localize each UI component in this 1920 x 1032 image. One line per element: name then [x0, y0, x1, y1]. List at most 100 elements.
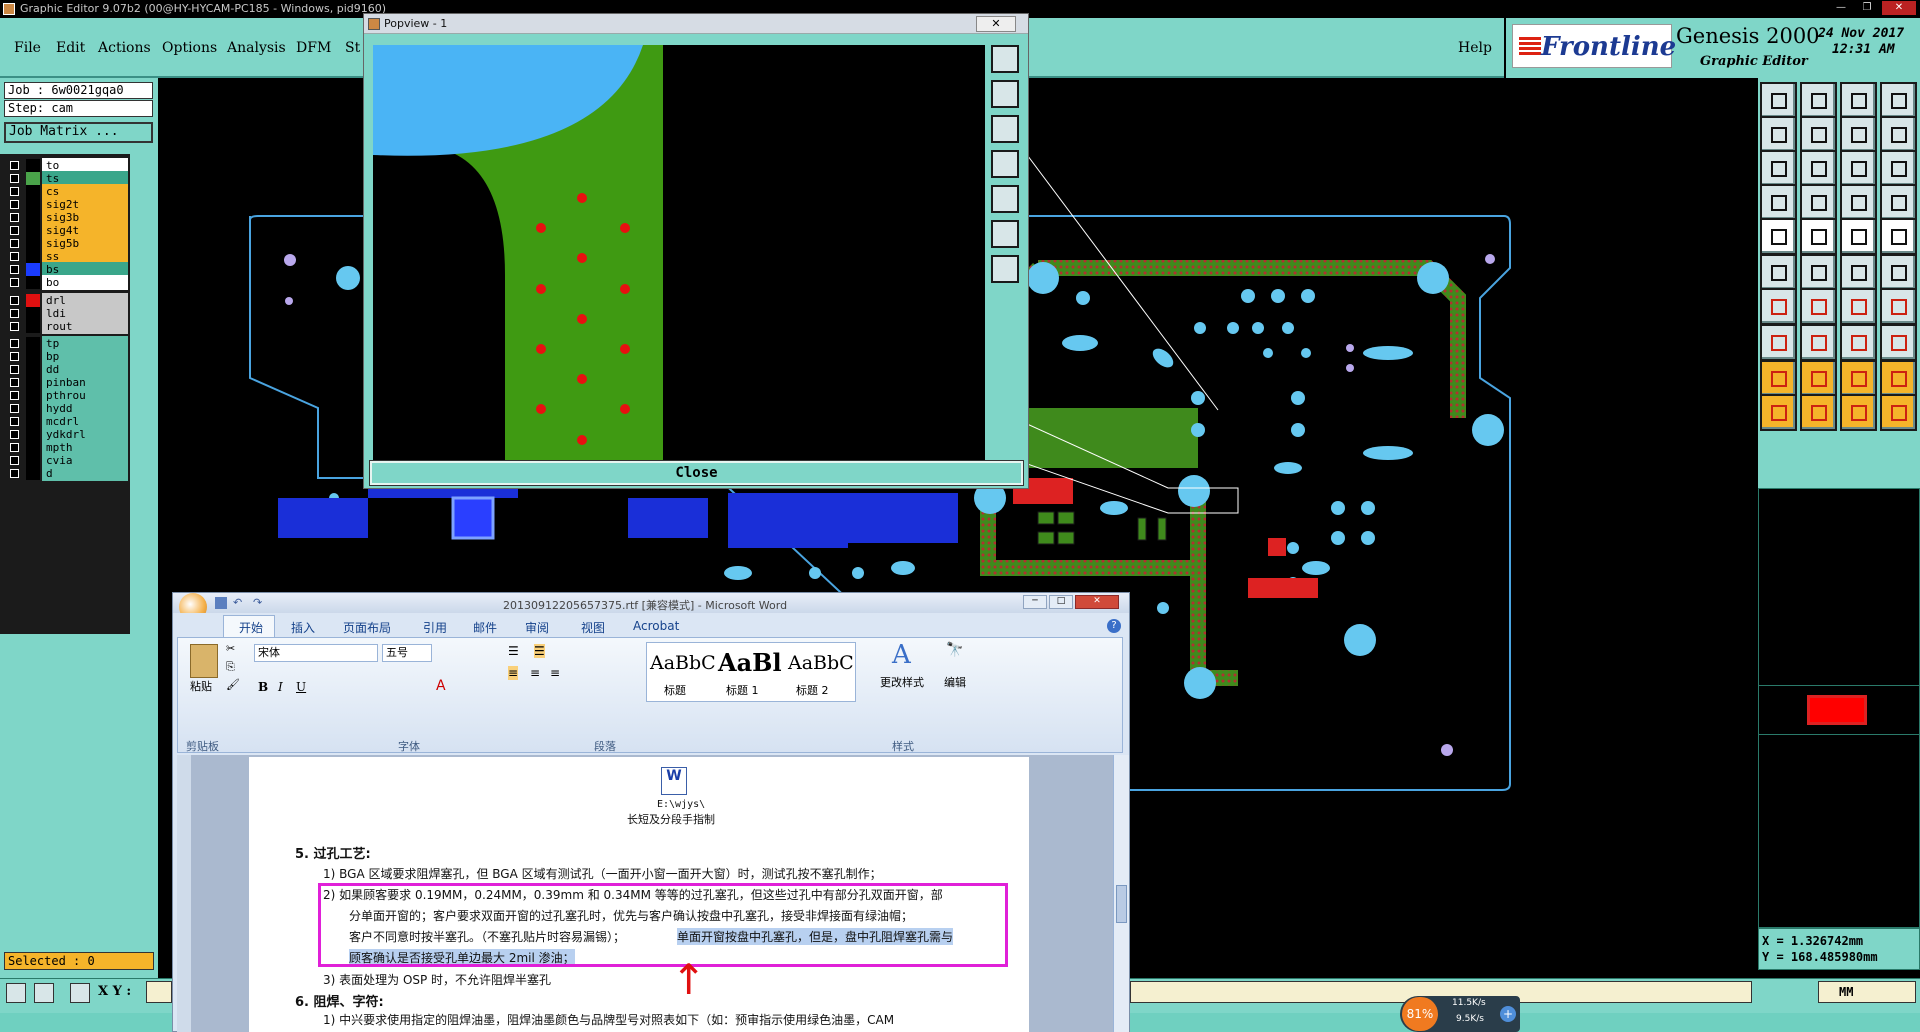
layer-checkbox[interactable]	[10, 265, 19, 274]
help-icon[interactable]: ?	[1107, 619, 1121, 633]
snap-tool-icon[interactable]	[34, 983, 54, 1003]
pv-up-icon[interactable]	[991, 80, 1019, 108]
move-icon[interactable]	[1760, 324, 1797, 361]
menu-options[interactable]: Options	[162, 40, 217, 56]
layer-name[interactable]: rout	[42, 319, 128, 334]
line-icon[interactable]	[1760, 288, 1797, 325]
minus-icon[interactable]	[1800, 324, 1837, 361]
window-icon[interactable]	[1880, 82, 1917, 119]
style-name-h2[interactable]: 标题 2	[796, 682, 829, 698]
split-icon[interactable]	[1880, 254, 1917, 291]
style-preview-title[interactable]: AaBbC	[650, 652, 716, 674]
redo-icon[interactable]: ↷	[253, 596, 262, 609]
add-icon[interactable]: +	[1500, 1006, 1516, 1022]
pv-zoom-in-icon[interactable]	[991, 255, 1019, 283]
edit-icon[interactable]: 🔭	[946, 642, 963, 658]
popview-close-icon[interactable]: ✕	[976, 16, 1016, 32]
pv-down-icon[interactable]	[991, 115, 1019, 143]
layer-checkbox[interactable]	[10, 187, 19, 196]
align-left-icon[interactable]: ≡	[508, 666, 519, 680]
numbering-icon[interactable]: ☰	[534, 644, 545, 658]
format-painter-icon[interactable]: 🖌	[226, 678, 240, 691]
font-size-select[interactable]: 五号	[382, 644, 432, 662]
tab-insert[interactable]: 插入	[291, 619, 315, 636]
move-down-icon[interactable]	[1800, 82, 1837, 119]
menu-actions[interactable]: Actions	[98, 40, 151, 56]
arc-icon[interactable]	[1840, 288, 1877, 325]
tab-review[interactable]: 审阅	[525, 619, 549, 636]
scale-icon[interactable]	[1840, 150, 1877, 187]
tri2-icon[interactable]	[1800, 360, 1837, 397]
flip-icon[interactable]	[1880, 116, 1917, 153]
style-name-title[interactable]: 标题	[664, 682, 686, 698]
layer-checkbox[interactable]	[10, 339, 19, 348]
style-name-h1[interactable]: 标题 1	[726, 682, 759, 698]
pv-right-icon[interactable]	[991, 185, 1019, 213]
layer-checkbox[interactable]	[10, 443, 19, 452]
layer-checkbox[interactable]	[10, 417, 19, 426]
save-icon[interactable]	[215, 597, 227, 609]
menu-help[interactable]: Help	[1458, 40, 1492, 56]
net-icon[interactable]	[1760, 254, 1797, 291]
vertical-scrollbar[interactable]	[1113, 755, 1129, 1032]
tab-references[interactable]: 引用	[423, 619, 447, 636]
grid-icon[interactable]	[1800, 184, 1837, 221]
cut-icon[interactable]: ✂	[226, 642, 235, 655]
layer-checkbox[interactable]	[10, 404, 19, 413]
layer-row-bo[interactable]: bo	[6, 275, 128, 290]
measure-icon[interactable]	[1840, 184, 1877, 221]
layer-list-scroll[interactable]	[130, 154, 154, 634]
move-up-icon[interactable]	[1760, 82, 1797, 119]
layer-checkbox[interactable]	[10, 278, 19, 287]
grid-tool-icon[interactable]	[70, 983, 90, 1003]
slash-icon[interactable]	[1800, 288, 1837, 325]
pv-left-icon[interactable]	[991, 150, 1019, 178]
align-center-icon[interactable]: ≡	[530, 666, 540, 680]
tab-home[interactable]: 开始	[239, 619, 263, 636]
xy-input[interactable]	[146, 981, 172, 1003]
pointer2-icon[interactable]	[1800, 394, 1837, 431]
help-icon[interactable]	[1880, 150, 1917, 187]
layer-checkbox[interactable]	[10, 365, 19, 374]
job-matrix-button[interactable]: Job Matrix ...	[4, 122, 153, 143]
style-preview-h1[interactable]: AaBl	[718, 648, 782, 677]
measure2-icon[interactable]	[1880, 184, 1917, 221]
bracket-icon[interactable]	[1840, 324, 1877, 361]
pv-zoom-out-icon[interactable]	[991, 220, 1019, 248]
pv-fit-icon[interactable]	[991, 45, 1019, 73]
home-icon[interactable]	[1840, 82, 1877, 119]
close-button[interactable]: ✕	[1882, 1, 1916, 15]
layer-checkbox[interactable]	[10, 213, 19, 222]
layer-checkbox[interactable]	[10, 161, 19, 170]
menu-dfm[interactable]: DFM	[296, 40, 331, 56]
font-name-select[interactable]: 宋体	[254, 644, 378, 662]
italic-button[interactable]: I	[278, 680, 283, 694]
swap-icon[interactable]	[1840, 116, 1877, 153]
minimize-button[interactable]: —	[1830, 1, 1852, 15]
paste-icon[interactable]	[190, 644, 218, 678]
copy-icon[interactable]: ⎘	[226, 660, 235, 674]
units-box[interactable]: MM	[1818, 981, 1916, 1003]
tri3-icon[interactable]	[1840, 360, 1877, 397]
popview-canvas[interactable]	[373, 45, 985, 470]
layer-name[interactable]: d	[42, 466, 128, 481]
menu-st[interactable]: St	[345, 40, 360, 56]
tab-view[interactable]: 视图	[581, 619, 605, 636]
layer-checkbox[interactable]	[10, 352, 19, 361]
word-minimize-button[interactable]: ─	[1023, 595, 1047, 609]
edit-label[interactable]: 编辑	[944, 674, 966, 690]
text-icon[interactable]	[1880, 288, 1917, 325]
align-right-icon[interactable]: ≡	[550, 666, 560, 680]
layer-checkbox[interactable]	[10, 200, 19, 209]
popview-close-button[interactable]: Close	[369, 460, 1024, 486]
mini-view[interactable]	[1758, 488, 1920, 928]
bullets-icon[interactable]: ☰	[508, 644, 519, 658]
move-left-icon[interactable]	[1760, 116, 1797, 153]
embedded-doc-icon[interactable]: W	[661, 767, 687, 795]
word-close-button[interactable]: ✕	[1075, 595, 1119, 609]
cut-icon[interactable]	[1840, 254, 1877, 291]
bold-button[interactable]: B	[258, 680, 268, 694]
layers-icon[interactable]	[1760, 184, 1797, 221]
tri-icon[interactable]	[1760, 360, 1797, 397]
layer-checkbox[interactable]	[10, 252, 19, 261]
